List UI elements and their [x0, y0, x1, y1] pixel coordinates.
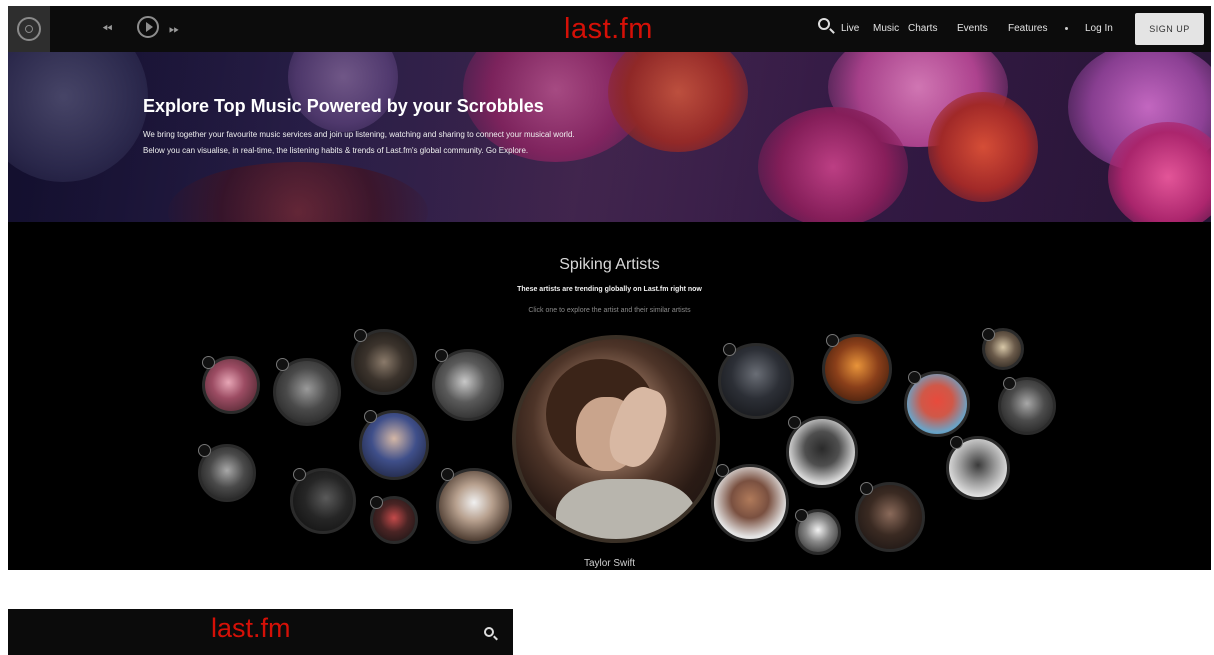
- rank-badge: [860, 482, 873, 495]
- rewind-icon[interactable]: ⏪︎: [102, 19, 112, 39]
- mobile-logo[interactable]: last.fm: [211, 613, 291, 644]
- rank-badge: [908, 371, 921, 384]
- mobile-header: last.fm: [8, 609, 513, 655]
- section-hint: Click one to explore the artist and thei…: [528, 307, 691, 314]
- signup-button[interactable]: SIGN UP: [1135, 13, 1204, 45]
- rank-badge: [716, 464, 729, 477]
- featured-artist-name[interactable]: Taylor Swift: [8, 558, 1211, 569]
- section-subtitle: These artists are trending globally on L…: [517, 286, 702, 293]
- hero-description: We bring together your favourite music s…: [143, 130, 575, 139]
- nav-separator: [1065, 27, 1068, 30]
- nav-music[interactable]: Music: [873, 23, 899, 34]
- login-link[interactable]: Log In: [1085, 23, 1113, 34]
- rank-badge: [435, 349, 448, 362]
- rank-badge: [950, 436, 963, 449]
- desktop-view: ⏪︎ ⏩︎ last.fm Live Music Charts Events F…: [8, 6, 1211, 570]
- rank-badge: [202, 356, 215, 369]
- hero-description: Below you can visualise, in real-time, t…: [143, 146, 529, 155]
- hero-banner: Explore Top Music Powered by your Scrobb…: [8, 52, 1211, 222]
- nav-charts[interactable]: Charts: [908, 23, 937, 34]
- rank-badge: [982, 328, 995, 341]
- rank-badge: [723, 343, 736, 356]
- rank-badge: [370, 496, 383, 509]
- user-avatar[interactable]: [8, 6, 50, 52]
- rank-badge: [441, 468, 454, 481]
- search-icon[interactable]: [484, 627, 494, 637]
- play-icon[interactable]: [137, 16, 159, 38]
- site-logo[interactable]: last.fm: [564, 13, 653, 46]
- rank-badge: [795, 509, 808, 522]
- nav-live[interactable]: Live: [841, 23, 859, 34]
- rank-badge: [826, 334, 839, 347]
- search-icon[interactable]: [818, 18, 830, 30]
- featured-artist-image[interactable]: [512, 335, 720, 543]
- rank-badge: [293, 468, 306, 481]
- forward-icon[interactable]: ⏩︎: [169, 19, 179, 39]
- rank-badge: [198, 444, 211, 457]
- hero-title: Explore Top Music Powered by your Scrobb…: [143, 96, 544, 116]
- rank-badge: [364, 410, 377, 423]
- nav-events[interactable]: Events: [957, 23, 988, 34]
- rank-badge: [1003, 377, 1016, 390]
- top-nav: ⏪︎ ⏩︎ last.fm Live Music Charts Events F…: [8, 6, 1211, 52]
- rank-badge: [788, 416, 801, 429]
- rank-badge: [276, 358, 289, 371]
- section-title: Spiking Artists: [559, 256, 660, 273]
- rank-badge: [354, 329, 367, 342]
- avatar-icon: [17, 17, 41, 41]
- nav-features[interactable]: Features: [1008, 23, 1047, 34]
